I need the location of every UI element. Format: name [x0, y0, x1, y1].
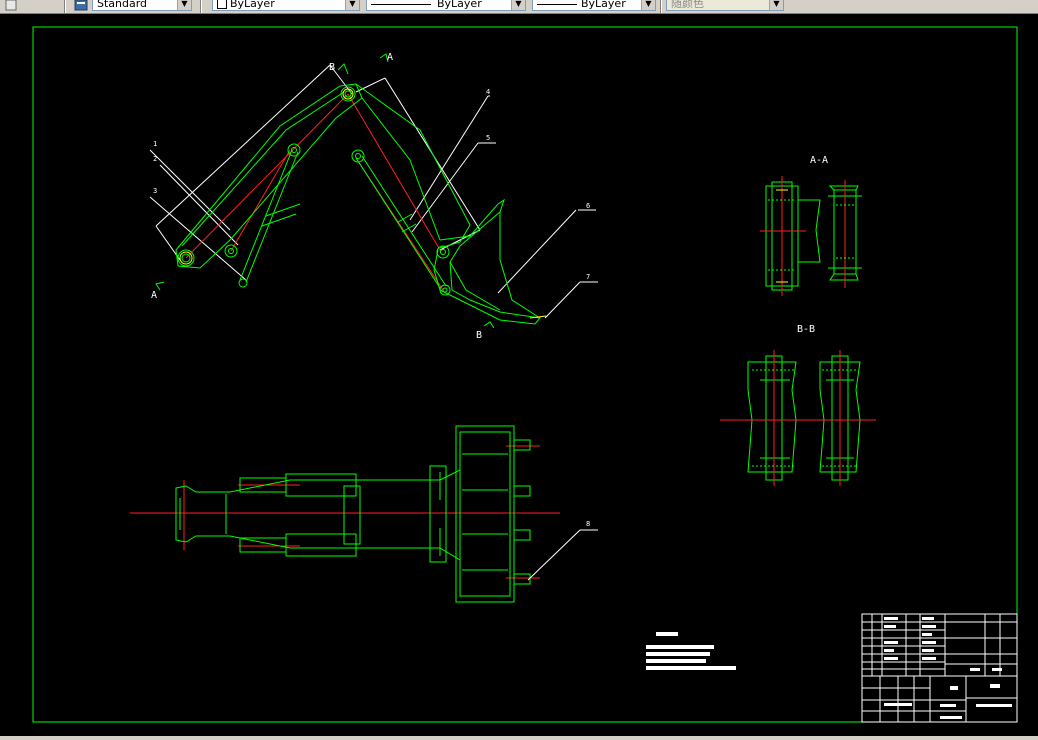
boom-outline	[175, 83, 541, 325]
section-arrows	[155, 53, 495, 329]
properties-toolbar: Standard ▼ ByLayer ▼ ByLayer ▼ ByLayer ▼…	[0, 0, 1038, 14]
toolbar-separator	[660, 0, 662, 13]
text-style-icon	[74, 0, 88, 11]
lineweight-control-select[interactable]: ByLayer ▼	[532, 0, 656, 11]
balloon-2: 2	[153, 155, 157, 163]
section-a-a: A-A	[760, 155, 862, 296]
lineweight-control-value: ByLayer	[581, 0, 626, 10]
title-block-text	[884, 617, 1012, 719]
linetype-control-value: ByLayer	[437, 0, 482, 10]
title-block	[861, 613, 1018, 723]
technical-notes	[646, 632, 736, 670]
balloon-1: 1	[153, 140, 157, 148]
toolbar-separator	[64, 0, 66, 13]
chevron-down-icon[interactable]: ▼	[511, 0, 525, 10]
linetype-preview-icon	[371, 3, 431, 5]
pin-accents	[179, 88, 547, 319]
section-a-label: A-A	[810, 155, 828, 166]
balloon-7: 7	[586, 273, 590, 281]
cut-marker-b-bottom: B	[476, 330, 482, 341]
balloon-8: 8	[586, 520, 590, 528]
drawing-canvas[interactable]: B A A B 1 2 3 4 5 6 7 A-A B-B 8	[0, 14, 1026, 736]
color-control-value: ByLayer	[230, 0, 275, 10]
chevron-down-icon[interactable]: ▼	[641, 0, 655, 10]
text-style-select[interactable]: Standard ▼	[92, 0, 192, 11]
balloon-labels: 1 2 3 4 5 6 7	[153, 88, 590, 281]
chevron-down-icon[interactable]: ▼	[177, 0, 191, 10]
vertical-scrollbar[interactable]	[1026, 14, 1038, 736]
chevron-down-icon[interactable]: ▼	[345, 0, 359, 10]
plot-style-select[interactable]: 随颜色 ▼	[666, 0, 784, 11]
section-b-b: B-B	[720, 324, 876, 486]
linetype-control-select[interactable]: ByLayer ▼	[366, 0, 526, 11]
cut-marker-b-top: B	[329, 62, 335, 73]
top-view: 8	[130, 425, 598, 603]
text-style-value: Standard	[97, 0, 148, 10]
chevron-down-icon[interactable]: ▼	[769, 0, 783, 10]
balloon-6: 6	[586, 202, 590, 210]
dimension-lines	[149, 64, 598, 319]
cut-marker-a-bottom: A	[151, 290, 157, 301]
balloon-3: 3	[153, 187, 157, 195]
color-control-select[interactable]: ByLayer ▼	[212, 0, 360, 11]
section-b-label: B-B	[797, 324, 815, 335]
balloon-5: 5	[486, 134, 490, 142]
plot-style-value: 随颜色	[671, 0, 704, 10]
balloon-4: 4	[486, 88, 490, 96]
toolbar-separator	[200, 0, 202, 13]
toolbar-grip-icon	[5, 0, 17, 11]
side-view: B A A B 1 2 3 4 5 6 7	[149, 52, 598, 341]
status-bar	[0, 736, 1038, 740]
color-swatch-icon	[217, 0, 227, 9]
lineweight-preview-icon	[537, 3, 577, 5]
cut-marker-a-top: A	[387, 52, 393, 63]
drawing-border	[32, 26, 1018, 723]
